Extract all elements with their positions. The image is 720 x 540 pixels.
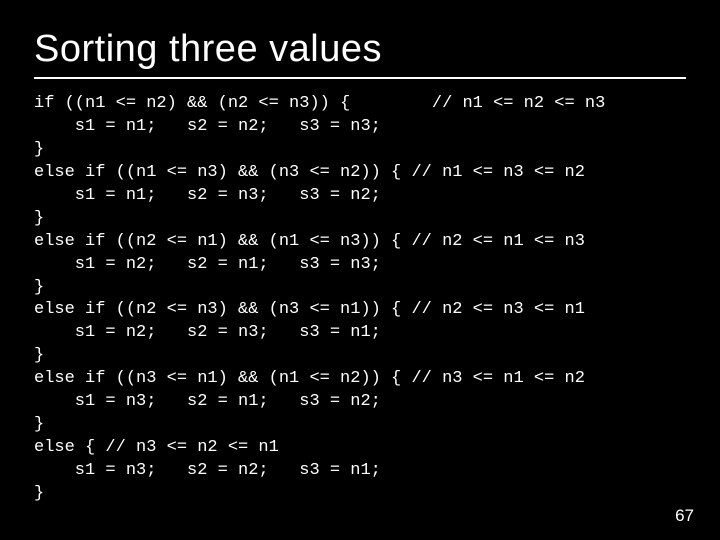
title-underline <box>34 77 686 79</box>
slide: Sorting three values if ((n1 <= n2) && (… <box>0 0 720 540</box>
code-block: if ((n1 <= n2) && (n2 <= n3)) { // n1 <=… <box>34 93 686 506</box>
slide-title: Sorting three values <box>34 28 686 71</box>
page-number: 67 <box>675 506 694 526</box>
